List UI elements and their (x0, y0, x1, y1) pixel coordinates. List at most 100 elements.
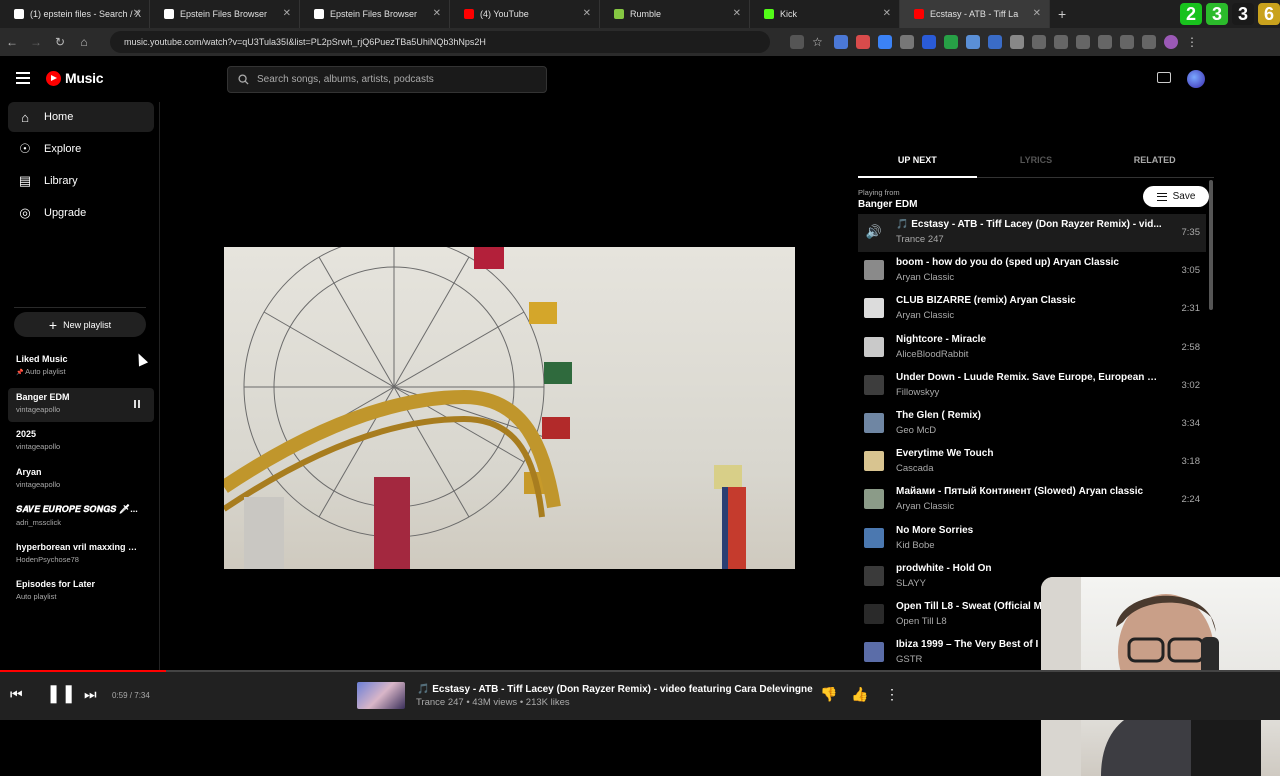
more-options-icon[interactable]: ⋮ (885, 686, 899, 703)
extension-icon[interactable] (944, 35, 958, 49)
new-playlist-button[interactable]: + New playlist (14, 312, 146, 337)
account-avatar[interactable] (1187, 70, 1205, 88)
track-title: Майами - Пятый Континент (Slowed) Aryan … (896, 486, 1144, 498)
queue-item[interactable]: CLUB BIZARRE (remix) Aryan Classic Aryan … (858, 290, 1206, 328)
now-playing-title[interactable]: 🎵 Ecstasy - ATB - Tiff Lacey (Don Rayzer… (417, 684, 813, 695)
sidebar-playlist[interactable]: Aryan vintageapollo (8, 463, 154, 497)
track-artist: Cascada (896, 463, 934, 475)
browser-tab[interactable]: Ecstasy - ATB - Tiff La ✕ (900, 0, 1050, 28)
now-playing-thumbnail[interactable] (357, 682, 405, 709)
search-box[interactable] (227, 66, 547, 93)
track-thumbnail (864, 642, 884, 663)
track-duration: 3:05 (1181, 265, 1201, 277)
queue-item[interactable]: 🔊 🎵 Ecstasy - ATB - Tiff Lacey (Don Rayze… (858, 214, 1206, 252)
sidebar: + New playlist ⌂ Home ☉ Explore ▤ Library ◎ Upg… (0, 102, 160, 672)
bookmark-star-icon[interactable]: ☆ (812, 35, 826, 49)
video-player[interactable] (224, 247, 795, 569)
extension-icon[interactable] (856, 35, 870, 49)
player-bar (0, 672, 1280, 720)
extension-icon[interactable] (900, 35, 914, 49)
extension-icon[interactable] (1120, 35, 1134, 49)
browser-tab[interactable]: (1) epstein files - Search / X ✕ (0, 0, 150, 28)
playing-from-playlist[interactable]: Banger EDM (858, 199, 917, 210)
close-tab-icon[interactable]: ✕ (133, 8, 141, 19)
extension-icon[interactable] (966, 35, 980, 49)
url-field[interactable]: music.youtube.com/watch?v=qU3Tula35I&lis… (110, 31, 770, 53)
cast-icon[interactable] (1157, 72, 1171, 83)
track-title: CLUB BIZARRE (remix) Aryan Classic (896, 295, 1076, 307)
queue-item[interactable]: Everytime We Touch Cascada 3:18 (858, 443, 1206, 481)
close-tab-icon[interactable]: ✕ (883, 8, 891, 19)
sidebar-playlist[interactable]: Liked Music 📌 Auto playlist (8, 350, 154, 384)
extension-icon[interactable] (790, 35, 804, 49)
tab-lyrics[interactable]: LYRICS (977, 144, 1096, 177)
extension-icon[interactable] (878, 35, 892, 49)
next-track-icon[interactable]: ⏭ (84, 686, 97, 703)
reload-icon[interactable]: ↻ (48, 35, 72, 49)
search-input[interactable] (257, 74, 537, 85)
queue-item[interactable]: Майами - Пятый Континент (Slowed) Aryan … (858, 481, 1206, 519)
sidebar-item-library[interactable]: ▤ Library (8, 166, 154, 196)
track-duration: 3:18 (1181, 456, 1201, 468)
new-tab-icon[interactable]: + (1058, 6, 1066, 22)
sidebar-item-upgrade[interactable]: ◎ Upgrade (8, 198, 154, 228)
youtube-music-icon (914, 9, 924, 19)
extension-icon[interactable] (1032, 35, 1046, 49)
sidebar-item-home[interactable]: ⌂ Home (8, 102, 154, 132)
sidebar-playlist[interactable]: Banger EDM vintageapollo (8, 387, 154, 422)
track-duration: 3:34 (1181, 418, 1201, 429)
extension-icon[interactable] (1076, 35, 1090, 49)
dislike-icon[interactable]: 👎 (820, 686, 837, 703)
extension-icon[interactable] (834, 35, 848, 49)
close-tab-icon[interactable]: ✕ (1033, 8, 1041, 19)
tab-up-next[interactable]: UP NEXT (858, 144, 977, 178)
extension-icon[interactable] (1010, 35, 1024, 49)
kebab-menu-icon[interactable]: ⋮ (1186, 35, 1200, 49)
pause-icon[interactable]: ❚❚ (46, 683, 76, 704)
sidebar-playlist[interactable]: 𝑺𝑨𝑽𝑬 𝑬𝑼𝑹𝑶𝑷𝑬 𝑺𝑶𝑵𝑮𝑺 🗡... adri_mssclick (8, 500, 154, 534)
queue-item[interactable]: Under Down - Luude Remix. Save Europe, E… (858, 367, 1206, 405)
close-tab-icon[interactable]: ✕ (433, 8, 441, 19)
plus-icon: + (48, 316, 58, 333)
browser-tab[interactable]: Kick ✕ (750, 0, 900, 28)
close-tab-icon[interactable]: ✕ (583, 8, 591, 19)
browser-tab-strip: (1) epstein files - Search / X ✕ Epstein F… (0, 0, 1280, 28)
playlist-subtitle: vintageapollo (16, 479, 61, 489)
queue-item[interactable]: Nightcore - Miracle AliceBloodRabbit 2:58 (858, 329, 1206, 367)
save-button[interactable]: Save (1143, 186, 1209, 207)
queue-item[interactable]: boom - how do you do (sped up) Aryan Cla… (858, 252, 1206, 290)
queue-item[interactable]: The Glen ( Remix) Geo McD 3:34 (858, 405, 1206, 443)
queue-item[interactable]: No More Sorries Kid Bobe (858, 520, 1206, 558)
extension-icon[interactable] (1098, 35, 1112, 49)
previous-track-icon[interactable]: ⏮ (10, 686, 23, 703)
extension-icon[interactable] (922, 35, 936, 49)
tab-related[interactable]: RELATED (1095, 144, 1214, 177)
track-artist: Open Till L8 (896, 616, 947, 627)
sidebar-item-explore[interactable]: ☉ Explore (8, 134, 154, 164)
browser-tab[interactable]: (4) YouTube ✕ (450, 0, 600, 28)
sidebar-playlist[interactable]: hyperborean vril maxxing pla... HodenPsyc… (8, 538, 154, 572)
extension-icon[interactable] (1054, 35, 1068, 49)
queue-scrollbar[interactable] (1209, 180, 1213, 310)
hamburger-menu-icon[interactable] (16, 72, 30, 84)
playlist-add-icon (1156, 192, 1167, 201)
forward-icon[interactable]: → (24, 35, 48, 49)
like-icon[interactable]: 👍 (851, 686, 868, 703)
browser-tab[interactable]: Rumble ✕ (600, 0, 750, 28)
sidebar-item-label: Home (44, 111, 74, 123)
sidebar-divider (14, 307, 146, 308)
extension-icon[interactable] (988, 35, 1002, 49)
extension-icon[interactable] (1142, 35, 1156, 49)
browser-tab[interactable]: Epstein Files Browser ✕ (150, 0, 300, 28)
close-tab-icon[interactable]: ✕ (283, 8, 291, 19)
compass-icon: ☉ (19, 141, 31, 156)
back-icon[interactable]: ← (0, 35, 24, 49)
browser-tab[interactable]: Epstein Files Browser ✕ (300, 0, 450, 28)
sidebar-playlist[interactable]: Episodes for Later Auto playlist (8, 575, 154, 609)
sidebar-playlist[interactable]: 2025 vintageapollo (8, 425, 154, 459)
close-tab-icon[interactable]: ✕ (733, 8, 741, 19)
youtube-music-logo[interactable]: Music (46, 70, 103, 86)
home-browser-icon[interactable]: ⌂ (72, 35, 96, 49)
triangle-icon (314, 9, 324, 19)
profile-avatar-icon[interactable] (1164, 35, 1178, 49)
